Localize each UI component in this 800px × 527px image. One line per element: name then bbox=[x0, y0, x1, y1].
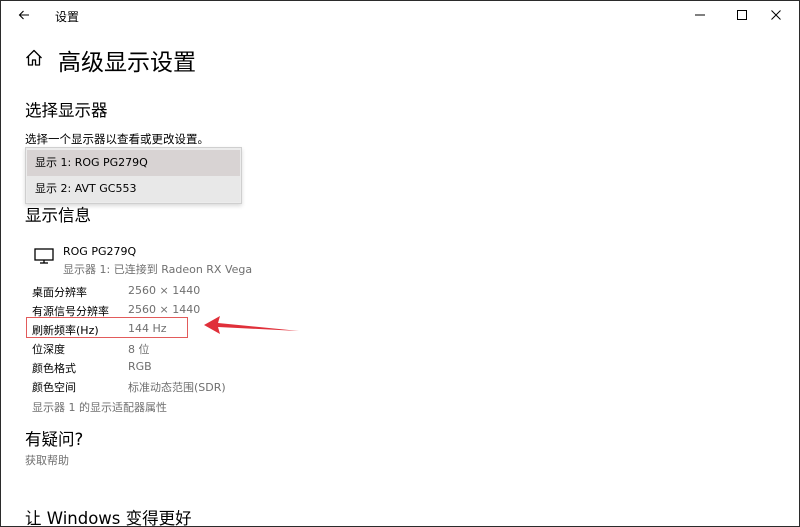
bit-depth-label: 位深度 bbox=[32, 343, 65, 356]
select-display-hint: 选择一个显示器以查看或更改设置。 bbox=[25, 132, 209, 146]
minimize-button[interactable] bbox=[677, 1, 723, 29]
bit-depth-value: 8 位 bbox=[128, 343, 150, 356]
monitor-dropdown-list[interactable]: 显示 1: ROG PG279Q 显示 2: AVT GC553 bbox=[25, 147, 242, 204]
feedback-heading: 让 Windows 变得更好 bbox=[25, 509, 192, 527]
maximize-icon bbox=[737, 10, 747, 20]
help-heading: 有疑问? bbox=[25, 430, 84, 449]
monitor-connection: 显示器 1: 已连接到 Radeon RX Vega bbox=[63, 263, 253, 276]
monitor-option-2[interactable]: 显示 2: AVT GC553 bbox=[27, 176, 240, 202]
title-bar: 设置 bbox=[1, 1, 799, 29]
color-format-value: RGB bbox=[128, 360, 152, 373]
monitor-icon bbox=[34, 248, 54, 264]
minimize-icon bbox=[695, 14, 705, 16]
desktop-resolution-label: 桌面分辨率 bbox=[32, 286, 87, 299]
page-title: 高级显示设置 bbox=[58, 50, 196, 76]
display-adapter-properties-link[interactable]: 显示器 1 的显示适配器属性 bbox=[32, 399, 167, 415]
select-display-heading: 选择显示器 bbox=[25, 101, 108, 120]
home-icon[interactable] bbox=[24, 48, 44, 68]
refresh-rate-label: 刷新频率(Hz) bbox=[32, 324, 99, 337]
color-space-value: 标准动态范围(SDR) bbox=[128, 381, 226, 394]
color-space-label: 颜色空间 bbox=[32, 381, 76, 394]
settings-window: 设置 高级显示设置 选择显示器 选择一个显示器以查看或更改设置。 显示 1: R… bbox=[0, 0, 800, 527]
color-format-label: 颜色格式 bbox=[32, 362, 76, 375]
desktop-resolution-value: 2560 × 1440 bbox=[128, 284, 201, 297]
active-signal-resolution-value: 2560 × 1440 bbox=[128, 303, 201, 316]
close-button[interactable] bbox=[753, 1, 799, 29]
monitor-option-1[interactable]: 显示 1: ROG PG279Q bbox=[27, 150, 240, 176]
refresh-rate-value: 144 Hz bbox=[128, 322, 167, 335]
window-title: 设置 bbox=[55, 10, 80, 24]
back-button[interactable] bbox=[11, 5, 37, 25]
red-arrow-annotation bbox=[204, 316, 299, 334]
get-help-link[interactable]: 获取帮助 bbox=[25, 452, 69, 468]
close-icon bbox=[771, 10, 781, 20]
monitor-name: ROG PG279Q bbox=[63, 245, 137, 258]
back-arrow-icon bbox=[18, 10, 29, 20]
display-info-heading: 显示信息 bbox=[25, 206, 91, 225]
